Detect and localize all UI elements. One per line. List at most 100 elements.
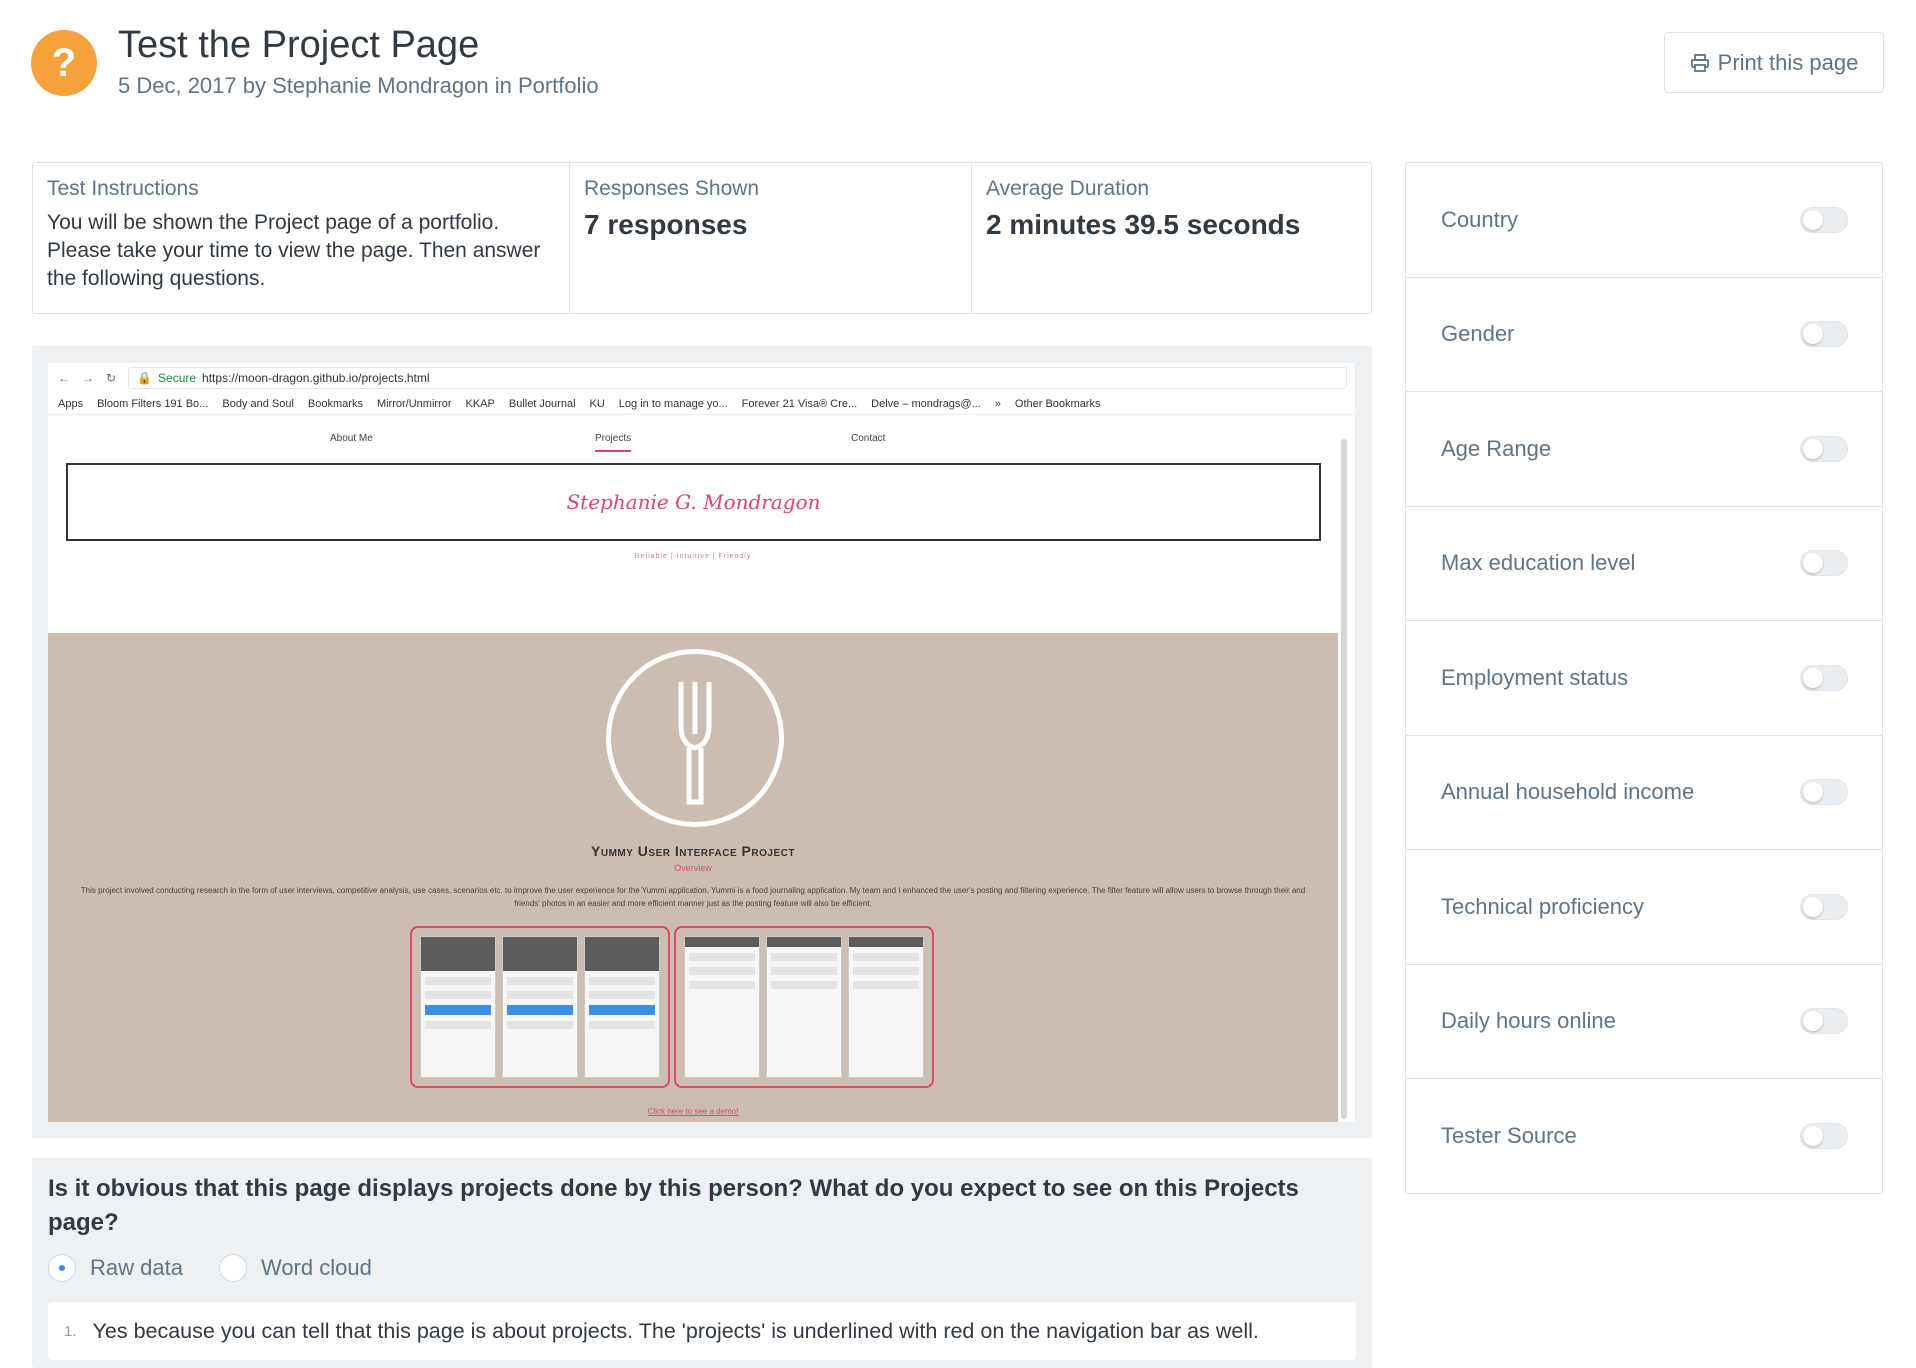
demographic-filters: Country Gender Age Range Max education l… [1405, 162, 1883, 1194]
reload-icon: ↻ [106, 371, 117, 385]
country-toggle[interactable] [1800, 206, 1848, 233]
browser-toolbar: ← → ↻ 🔒 Secure https://moon-dragon.githu… [48, 363, 1355, 393]
printer-icon [1690, 53, 1709, 72]
site-nav-projects: Projects [595, 433, 632, 452]
raw-data-label[interactable]: Raw data [90, 1255, 183, 1281]
filter-label: Age Range [1441, 435, 1552, 461]
bookmark-item: Apps [58, 397, 84, 410]
bookmark-item: Mirror/Unmirror [376, 397, 452, 410]
bookmark-item: Other Bookmarks [1014, 397, 1101, 410]
site-name-banner: Stephanie G. Mondragon [66, 463, 1321, 541]
bookmark-item: Body and Soul [222, 397, 294, 410]
tech-proficiency-toggle[interactable] [1800, 893, 1848, 920]
page-subtitle: 5 Dec, 2017 by Stephanie Mondragon in Po… [118, 73, 599, 98]
question-badge-icon: ? [31, 30, 97, 96]
word-cloud-label[interactable]: Word cloud [261, 1255, 372, 1281]
test-screenshot-panel: ← → ↻ 🔒 Secure https://moon-dragon.githu… [32, 346, 1372, 1138]
bookmark-item: Log in to manage yo... [618, 397, 728, 410]
back-icon: ← [58, 371, 70, 385]
view-mode-options: Raw data Word cloud [48, 1254, 372, 1282]
test-instructions: Test Instructions You will be shown the … [33, 163, 570, 313]
url-text: https://moon-dragon.github.io/projects.h… [202, 371, 430, 385]
bookmark-item: KKAP [465, 397, 495, 410]
response-text: Yes because you can tell that this page … [92, 1318, 1259, 1343]
filter-label: Gender [1441, 321, 1515, 347]
project-overview-label: Overview [674, 863, 712, 873]
filter-daily-hours: Daily hours online [1406, 965, 1882, 1079]
instructions-text: You will be shown the Project page of a … [47, 211, 541, 290]
average-duration: Average Duration 2 minutes 39.5 seconds [972, 163, 1371, 313]
forward-icon: → [82, 371, 94, 385]
test-stats: Test Instructions You will be shown the … [32, 162, 1372, 314]
fork-logo-icon [606, 649, 784, 827]
filter-label: Country [1441, 206, 1519, 232]
filter-country: Country [1406, 163, 1882, 278]
employment-toggle[interactable] [1800, 664, 1848, 691]
phone-mockup [766, 936, 842, 1078]
question-panel: Is it obvious that this page displays pr… [32, 1158, 1372, 1368]
responses-shown: Responses Shown 7 responses [570, 163, 972, 313]
instructions-label: Test Instructions [47, 177, 199, 200]
education-toggle[interactable] [1800, 550, 1848, 577]
phone-mockup [848, 936, 924, 1078]
project-hero: Yummy User Interface Project Overview Th… [48, 633, 1338, 1122]
filter-income: Annual household income [1406, 736, 1882, 850]
responses-label: Responses Shown [584, 177, 760, 200]
site-nav-contact: Contact [851, 433, 886, 444]
project-description: This project involved conducting researc… [80, 886, 1306, 908]
raw-data-radio[interactable] [48, 1254, 76, 1282]
filter-label: Annual household income [1441, 779, 1695, 805]
responses-value: 7 responses [584, 209, 748, 240]
filter-tech-proficiency: Technical proficiency [1406, 850, 1882, 965]
site-name: Stephanie G. Mondragon [566, 490, 821, 514]
question-text: Is it obvious that this page displays pr… [48, 1175, 1299, 1236]
response-item: 1. Yes because you can tell that this pa… [48, 1302, 1356, 1360]
site-nav-about: About Me [330, 433, 373, 444]
bookmark-item: Delve – mondrags@... [871, 397, 981, 410]
bookmark-item: Bloom Filters 191 Bo... [97, 397, 209, 410]
age-range-toggle[interactable] [1800, 435, 1848, 462]
word-cloud-radio[interactable] [218, 1254, 247, 1282]
address-bar: 🔒 Secure https://moon-dragon.github.io/p… [128, 367, 1347, 389]
phone-mockup [684, 936, 760, 1078]
filter-age-range: Age Range [1406, 392, 1882, 507]
screenshot-scrollbar [1341, 439, 1347, 1119]
filter-tester-source: Tester Source [1406, 1079, 1882, 1194]
demo-link: Click here to see a demo! [647, 1107, 739, 1116]
daily-hours-toggle[interactable] [1800, 1008, 1848, 1035]
tester-source-toggle[interactable] [1800, 1123, 1848, 1150]
site-tagline: Reliable | Intuitive | Friendly [634, 553, 752, 560]
project-title: Yummy User Interface Project [591, 843, 795, 859]
lock-icon: 🔒 [137, 371, 153, 385]
print-button-label: Print this page [1717, 49, 1859, 75]
secure-label: Secure [158, 371, 197, 385]
filter-education: Max education level [1406, 507, 1882, 621]
filter-employment: Employment status [1406, 621, 1882, 736]
bookmark-item: Forever 21 Visa® Cre... [741, 397, 858, 410]
gender-toggle[interactable] [1800, 321, 1848, 348]
project-mockups-left [410, 926, 670, 1088]
bookmark-item: KU [589, 397, 605, 410]
phone-mockup [420, 936, 496, 1078]
filter-label: Employment status [1441, 664, 1629, 690]
filter-gender: Gender [1406, 278, 1882, 392]
filter-label: Tester Source [1441, 1123, 1577, 1149]
response-number: 1. [64, 1322, 77, 1340]
screenshot-browser[interactable]: ← → ↻ 🔒 Secure https://moon-dragon.githu… [48, 363, 1355, 1122]
phone-mockup [502, 936, 578, 1078]
project-mockups-right [674, 926, 934, 1088]
duration-label: Average Duration [986, 177, 1150, 200]
print-button[interactable]: Print this page [1664, 32, 1884, 93]
bookmark-item: Bullet Journal [508, 397, 576, 410]
page-title: Test the Project Page [118, 24, 480, 66]
filter-label: Daily hours online [1441, 1008, 1616, 1034]
income-toggle[interactable] [1800, 779, 1848, 806]
bookmarks-bar: Apps Bloom Filters 191 Bo... Body and So… [48, 393, 1355, 415]
filter-label: Technical proficiency [1441, 893, 1644, 919]
bookmark-item: Bookmarks [307, 397, 363, 410]
site-nav: About Me Projects Contact [48, 433, 1338, 463]
bookmark-item: » [994, 397, 1001, 410]
filter-label: Max education level [1441, 550, 1636, 576]
phone-mockup [584, 936, 660, 1078]
duration-value: 2 minutes 39.5 seconds [986, 209, 1301, 240]
